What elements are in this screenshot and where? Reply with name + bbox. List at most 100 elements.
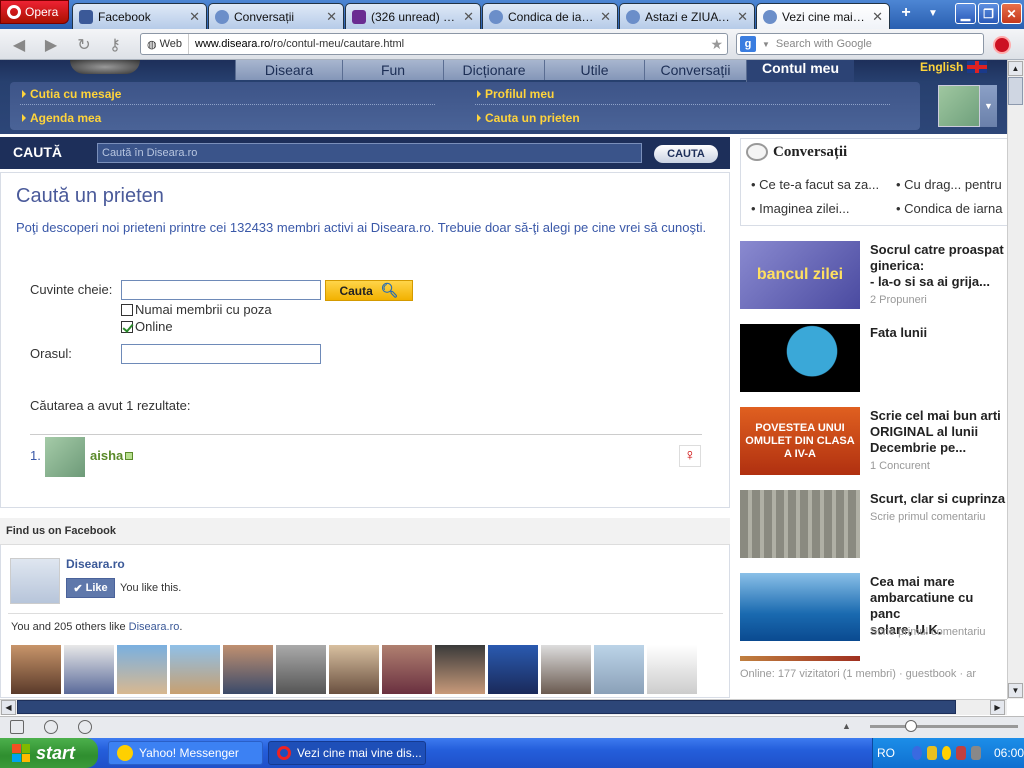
scroll-down-icon[interactable]: ▼: [1008, 683, 1023, 698]
conversation-link[interactable]: Condica de iarna: [896, 201, 1007, 216]
fan-avatar[interactable]: [276, 645, 326, 694]
photo-only-checkbox[interactable]: [121, 303, 133, 316]
diseara-page-logo[interactable]: [10, 558, 60, 604]
scroll-left-icon[interactable]: ◀: [1, 700, 16, 715]
user-avatar[interactable]: [938, 85, 980, 127]
close-tab-icon[interactable]: ✕: [872, 9, 883, 25]
zoom-menu-icon[interactable]: ▲: [842, 721, 851, 731]
nav-tab-conversatii[interactable]: Conversații: [644, 60, 746, 80]
article-title[interactable]: Scurt, clar si cuprinza: [870, 491, 1007, 507]
online-option[interactable]: Online: [121, 319, 173, 334]
browser-tab[interactable]: Facebook ✕: [72, 3, 207, 29]
yahoo-tray-icon[interactable]: [941, 746, 952, 760]
close-tab-icon[interactable]: ✕: [600, 9, 611, 25]
chevron-down-icon[interactable]: ▼: [980, 85, 997, 127]
vertical-scroll-thumb[interactable]: [1008, 77, 1023, 105]
opera-link-icon[interactable]: [993, 36, 1011, 54]
result-username[interactable]: aisha: [90, 448, 134, 463]
article-title[interactable]: Scrie cel mai bun arti ORIGINAL al lunii…: [870, 408, 1007, 456]
fan-avatar[interactable]: [594, 645, 644, 694]
fan-avatar[interactable]: [11, 645, 61, 694]
close-tab-icon[interactable]: ✕: [737, 9, 748, 25]
article-thumbnail[interactable]: [740, 573, 860, 641]
fan-avatar[interactable]: [170, 645, 220, 694]
article-thumbnail[interactable]: [740, 324, 860, 392]
nav-tab-contul-meu[interactable]: Contul meu: [746, 60, 854, 82]
site-search-button[interactable]: CAUTA: [654, 145, 718, 163]
fan-avatar[interactable]: [541, 645, 591, 694]
address-scope[interactable]: ◍ Web: [141, 34, 190, 54]
shield-icon[interactable]: [926, 746, 937, 760]
article-thumbnail[interactable]: [740, 656, 860, 661]
forward-icon[interactable]: ▶: [40, 34, 62, 56]
fan-avatar[interactable]: [488, 645, 538, 694]
fan-avatar[interactable]: [647, 645, 697, 694]
close-tab-icon[interactable]: ✕: [463, 9, 474, 25]
browser-tab-active[interactable]: Vezi cine mai vine... ✕: [756, 3, 890, 29]
opera-menu-button[interactable]: Opera: [0, 0, 69, 24]
horizontal-scroll-thumb[interactable]: [17, 700, 956, 714]
fan-avatar[interactable]: [435, 645, 485, 694]
photo-only-option[interactable]: Numai membrii cu poza: [121, 302, 272, 317]
close-window-icon[interactable]: ✕: [1001, 3, 1022, 24]
bookmark-star-icon[interactable]: ★: [710, 36, 727, 53]
nav-tab-utile[interactable]: Utile: [544, 60, 644, 80]
conversation-link[interactable]: Ce te-a facut sa za...: [751, 177, 893, 192]
article-thumbnail[interactable]: POVESTEA UNUI OMULET DIN CLASA A IV-A: [740, 407, 860, 475]
address-bar[interactable]: ◍ Web www.diseara.ro/ro/contul-meu/cautar…: [140, 33, 728, 55]
url-text[interactable]: www.diseara.ro/ro/contul-meu/cautare.htm…: [189, 38, 710, 50]
nav-tab-diseara[interactable]: Diseara: [235, 60, 342, 80]
language-indicator[interactable]: RO: [877, 746, 895, 760]
zoom-slider[interactable]: [870, 725, 1018, 728]
browser-tab[interactable]: Conversații ✕: [208, 3, 344, 29]
article-thumbnail[interactable]: [740, 490, 860, 558]
reload-icon[interactable]: ↻: [73, 34, 95, 56]
nav-tab-fun[interactable]: Fun: [342, 60, 443, 80]
online-checkbox[interactable]: [121, 320, 133, 333]
scroll-up-icon[interactable]: ▲: [1008, 61, 1023, 76]
submenu-cutia-cu-mesaje[interactable]: Cutia cu mesaje: [22, 87, 121, 101]
taskbar-item-yahoo-messenger[interactable]: Yahoo! Messenger: [108, 741, 263, 765]
chevron-down-icon[interactable]: ▼: [762, 40, 770, 49]
likes-page-link[interactable]: Diseara.ro: [129, 621, 180, 633]
vertical-scrollbar[interactable]: [1007, 60, 1024, 699]
submenu-agenda-mea[interactable]: Agenda mea: [22, 111, 101, 125]
tab-list-icon[interactable]: ▼: [922, 2, 944, 24]
zoom-slider-handle[interactable]: [905, 720, 917, 732]
nav-tab-dictionare[interactable]: Dicționare: [443, 60, 544, 80]
key-icon[interactable]: ⚷: [104, 34, 126, 56]
tray-expand-icon[interactable]: [912, 746, 922, 760]
conversation-link[interactable]: Imaginea zilei...: [751, 201, 893, 216]
fan-avatar[interactable]: [329, 645, 379, 694]
result-avatar[interactable]: [45, 437, 85, 477]
speed-dial-icon[interactable]: [78, 720, 92, 734]
search-box[interactable]: g ▼ Search with Google: [736, 33, 984, 55]
facebook-like-button[interactable]: ✔ Like: [66, 578, 115, 598]
browser-tab[interactable]: Astazi e ZIUA ME... ✕: [619, 3, 755, 29]
close-tab-icon[interactable]: ✕: [189, 9, 200, 25]
site-search-input[interactable]: Caută în Diseara.ro: [97, 143, 642, 163]
keywords-input[interactable]: [121, 280, 321, 300]
submenu-profilul-meu[interactable]: Profilul meu: [477, 87, 554, 101]
back-icon[interactable]: ◀: [8, 34, 30, 56]
city-input[interactable]: [121, 344, 321, 364]
panel-toggle-icon[interactable]: [10, 720, 24, 734]
fan-avatar[interactable]: [382, 645, 432, 694]
fan-avatar[interactable]: [223, 645, 273, 694]
search-friend-button[interactable]: Cauta 🔍︎: [325, 280, 413, 301]
network-icon[interactable]: [956, 746, 967, 760]
browser-tab[interactable]: Condica de iarna ... ✕: [482, 3, 618, 29]
fan-avatar[interactable]: [64, 645, 114, 694]
minimize-icon[interactable]: ▁: [955, 3, 976, 24]
taskbar-item-opera[interactable]: Vezi cine mai vine dis...: [268, 741, 426, 765]
article-thumbnail[interactable]: bancul zilei: [740, 241, 860, 309]
start-button[interactable]: start: [0, 738, 98, 768]
restore-icon[interactable]: ❐: [978, 3, 999, 24]
article-title[interactable]: Fata lunii: [870, 325, 1007, 341]
volume-icon[interactable]: [971, 746, 981, 760]
new-tab-icon[interactable]: +: [895, 2, 917, 24]
conversation-link[interactable]: Cu drag... pentru: [896, 177, 1007, 192]
article-title[interactable]: Socrul catre proaspat ginerica: - la-o s…: [870, 242, 1007, 290]
language-switch[interactable]: English: [920, 60, 988, 74]
close-tab-icon[interactable]: ✕: [326, 9, 337, 25]
